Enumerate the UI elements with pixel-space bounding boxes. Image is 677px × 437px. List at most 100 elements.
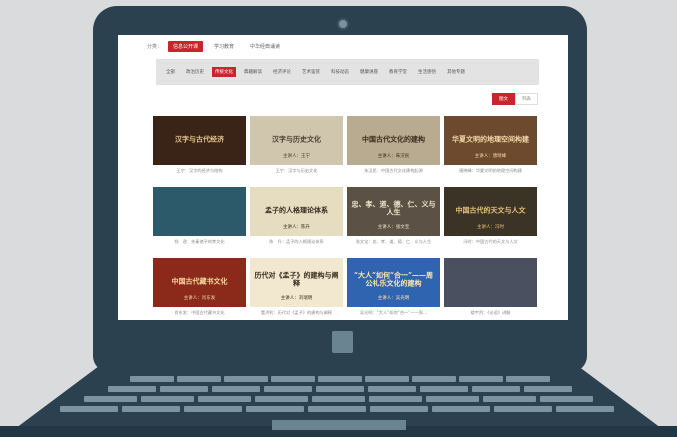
keyboard-key [316,386,364,392]
lecture-card[interactable]: 楼宇烈：《论语》讲解 [444,258,537,320]
keyboard-key [540,396,593,402]
keyboard-key [246,406,304,412]
lecture-thumbnail[interactable]: 中国古代藏书文化 主讲人：肖东发 [153,258,246,307]
keyboard-key [184,406,242,412]
category-label: 分类： [147,44,163,50]
lecture-card[interactable]: 汉字与古代经济王宁：汉字的经济与结构 [153,116,246,179]
top-tab-bar: 分类： 信息公开课 学习教育 中华经典诵读 [147,41,285,52]
thumbnail-speaker: 主讲人：冯时 [477,225,504,230]
category-8[interactable]: 教育学堂 [386,67,410,77]
tab-open-class[interactable]: 信息公开课 [168,41,204,52]
trackpad [272,420,406,430]
tab-classic-reading[interactable]: 中华经典诵读 [245,41,285,52]
thumbnail-speaker: 主讲人：陈升 [283,225,310,230]
thumbnail-title: 忠、孝、道、德、仁、义与人生 [351,199,436,217]
lecture-card[interactable]: 忠、孝、道、德、仁、义与人生主讲人：张文宝张文宝：忠、孝、道、德、仁、义与人生 [347,187,440,250]
keyboard-key [160,386,208,392]
lecture-caption[interactable]: 朱汉民：中国古代文化建构起源 [347,168,440,174]
category-1[interactable]: 政治历史 [183,67,207,77]
thumbnail-speaker: 主讲人：王宁 [283,154,310,159]
keyboard-key [141,396,194,402]
list-view-button[interactable]: 列表 [515,93,538,105]
lecture-caption[interactable]: 唐晓峰：华夏文明的地理空间构建 [444,168,537,174]
lecture-card[interactable]: 华夏文明的地理空间构建 主讲人：唐晓峰唐晓峰：华夏文明的地理空间构建 [444,116,537,179]
thumbnail-speaker: 主讲人：肖东发 [183,296,216,301]
lecture-card[interactable]: 汉字与历史文化主讲人：王宁王宁：汉字与历史文化 [250,116,343,179]
keyboard-key [108,386,156,392]
lecture-card[interactable]: 孟子的人格理论体系主讲人：陈升陈 升：孟子的人格理论体系 [250,187,343,250]
lecture-caption[interactable]: 张文宝：忠、孝、道、德、仁、义与人生 [347,239,440,245]
thumbnail-speaker: 主讲人：刘瑞明 [280,296,313,301]
lecture-thumbnail[interactable] [444,258,537,307]
lecture-thumbnail[interactable]: 孟子的人格理论体系主讲人：陈升 [250,187,343,236]
thumbnail-title: 汉字与历史文化 [272,133,321,143]
thumbnail-title: 中国古代文化的建构 [362,133,425,143]
lecture-caption[interactable]: 王宁：汉字与历史文化 [250,168,343,174]
keyboard-key [368,386,416,392]
tab-study-education[interactable]: 学习教育 [209,41,239,52]
lecture-caption[interactable]: 钱 逊：先秦诸子的孝文化 [153,239,246,245]
lecture-thumbnail[interactable] [153,187,246,236]
keyboard-key [264,386,312,392]
lecture-card[interactable]: 中国古代的天文与人文 主讲人：冯时冯时：中国古代的天文与人文 [444,187,537,250]
lecture-thumbnail[interactable]: 历代对《孟子》的建构与阐释 主讲人：刘瑞明 [250,258,343,307]
category-10[interactable]: 其他专题 [444,67,468,77]
grid-view-button[interactable]: 图文 [492,93,515,105]
keyboard-key [318,376,362,382]
keyboard-key [370,406,428,412]
laptop-home-button [332,331,353,353]
keyboard-key [308,406,366,412]
lecture-caption[interactable]: 楼宇烈：《论语》讲解 [444,310,537,316]
lecture-thumbnail[interactable]: 忠、孝、道、德、仁、义与人生主讲人：张文宝 [347,187,440,236]
lecture-thumbnail[interactable]: 中国古代的天文与人文 主讲人：冯时 [444,187,537,236]
category-2[interactable]: 传统文化 [212,67,236,77]
thumbnail-speaker: 主讲人：张文宝 [377,225,410,230]
category-3[interactable]: 典籍解读 [241,67,265,77]
lecture-card[interactable]: 中国古代藏书文化 主讲人：肖东发肖东发：中国古代藏书文化 [153,258,246,320]
lecture-caption[interactable]: 吴光明：“大人”如何“合一”——周… [347,310,440,316]
lecture-thumbnail[interactable]: 华夏文明的地理空间构建 主讲人：唐晓峰 [444,116,537,165]
keyboard-key [312,396,365,402]
keyboard-key [420,386,468,392]
category-7[interactable]: 健康讲座 [357,67,381,77]
keyboard-key [255,396,308,402]
view-toggle: 图文 列表 [492,93,538,105]
thumbnail-title: “大人”如何“合一”——周公礼乐文化的建构 [353,270,434,288]
keyboard-key [84,396,137,402]
lecture-card[interactable]: 历代对《孟子》的建构与阐释 主讲人：刘瑞明董洪利：历代对《孟子》的建构与阐释 [250,258,343,320]
lecture-card[interactable]: 钱 逊：先秦诸子的孝文化 [153,187,246,250]
thumbnail-speaker: 主讲人：朱汉民 [377,154,410,159]
category-5[interactable]: 艺术鉴赏 [299,67,323,77]
keyboard-key [224,376,268,382]
lecture-caption[interactable]: 王宁：汉字的经济与结构 [153,168,246,174]
thumbnail-speaker: 主讲人：吴光明 [377,296,410,301]
keyboard-key [556,406,614,412]
lecture-caption[interactable]: 陈 升：孟子的人格理论体系 [250,239,343,245]
lecture-caption[interactable]: 肖东发：中国古代藏书文化 [153,310,246,316]
keyboard-key [432,406,490,412]
lecture-card[interactable]: “大人”如何“合一”——周公礼乐文化的建构主讲人：吴光明吴光明：“大人”如何“合… [347,258,440,320]
lecture-caption[interactable]: 冯时：中国古代的天文与人文 [444,239,537,245]
thumbnail-title: 孟子的人格理论体系 [265,204,328,214]
lecture-thumbnail[interactable]: “大人”如何“合一”——周公礼乐文化的建构主讲人：吴光明 [347,258,440,307]
lecture-thumbnail[interactable]: 汉字与古代经济 [153,116,246,165]
lecture-thumbnail[interactable]: 汉字与历史文化主讲人：王宁 [250,116,343,165]
laptop-screen: 分类： 信息公开课 学习教育 中华经典诵读 全部 政治历史 传统文化 典籍解读 经济评论… [118,35,568,320]
keyboard-key [369,396,422,402]
keyboard-key [212,386,260,392]
lecture-thumbnail[interactable]: 中国古代文化的建构主讲人：朱汉民 [347,116,440,165]
keyboard-key [524,386,572,392]
desktop-background: 分类： 信息公开课 学习教育 中华经典诵读 全部 政治历史 传统文化 典籍解读 经济评论… [0,0,677,437]
keyboard-key [271,376,315,382]
category-0[interactable]: 全部 [163,67,178,77]
category-9[interactable]: 生活感悟 [415,67,439,77]
keyboard-key [483,396,536,402]
lecture-caption[interactable]: 董洪利：历代对《孟子》的建构与阐释 [250,310,343,316]
keyboard-key [426,396,479,402]
thumbnail-title: 汉字与古代经济 [175,133,224,143]
keyboard-key [459,376,503,382]
lecture-card[interactable]: 中国古代文化的建构主讲人：朱汉民朱汉民：中国古代文化建构起源 [347,116,440,179]
category-4[interactable]: 经济评论 [270,67,294,77]
category-6[interactable]: 科技动态 [328,67,352,77]
thumbnail-speaker: 主讲人：唐晓峰 [474,154,507,159]
